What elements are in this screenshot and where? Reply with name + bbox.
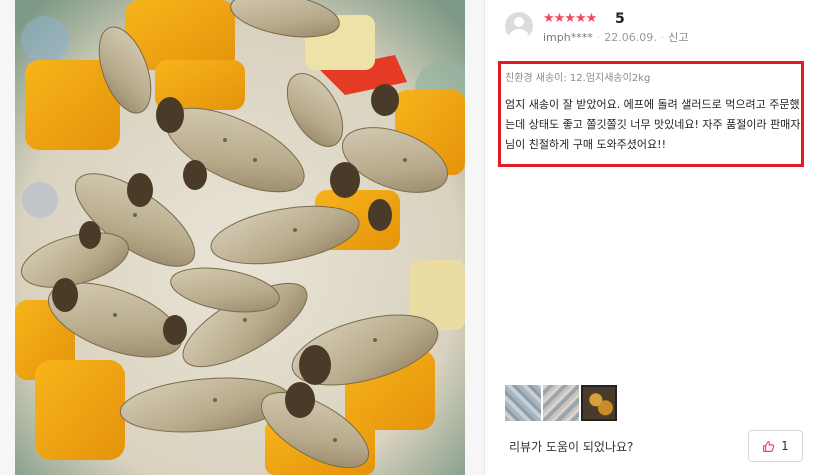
review-meta: imph**** · 22.06.09. · 신고	[543, 31, 688, 45]
like-button[interactable]: 1	[748, 430, 803, 462]
review-panel: ★★★★★ 5 imph**** · 22.06.09. · 신고 친환경 새송이: 1…	[485, 0, 816, 475]
purchase-option: 친환경 새송이: 12.엄지새송이2kg	[505, 73, 651, 84]
thumbs-up-icon	[763, 440, 775, 452]
author-name: imph****	[543, 31, 593, 44]
meta-separator: ·	[596, 31, 601, 44]
review-content: 엄지 새송이 잘 받았어요. 에프에 돌려 샐러드로 먹으려고 주문했는데 상태…	[505, 98, 801, 151]
report-link[interactable]: 신고	[668, 31, 688, 44]
rating-score: 5	[615, 11, 625, 27]
like-count: 1	[781, 439, 789, 453]
thumbnail-1[interactable]	[505, 385, 541, 421]
rating-stars: ★★★★★	[543, 11, 597, 26]
review-date: 22.06.09.	[604, 31, 657, 44]
avatar-icon	[505, 12, 533, 40]
review-photo[interactable]	[15, 0, 465, 475]
mushroom-salad-image	[15, 0, 465, 475]
photo-viewer	[0, 0, 484, 475]
photo-thumbnails	[505, 385, 617, 421]
thumbnail-3-selected[interactable]	[581, 385, 617, 421]
meta-separator: ·	[660, 31, 665, 44]
helpful-question: 리뷰가 도움이 되었나요?	[509, 440, 634, 454]
thumbnail-2[interactable]	[543, 385, 579, 421]
